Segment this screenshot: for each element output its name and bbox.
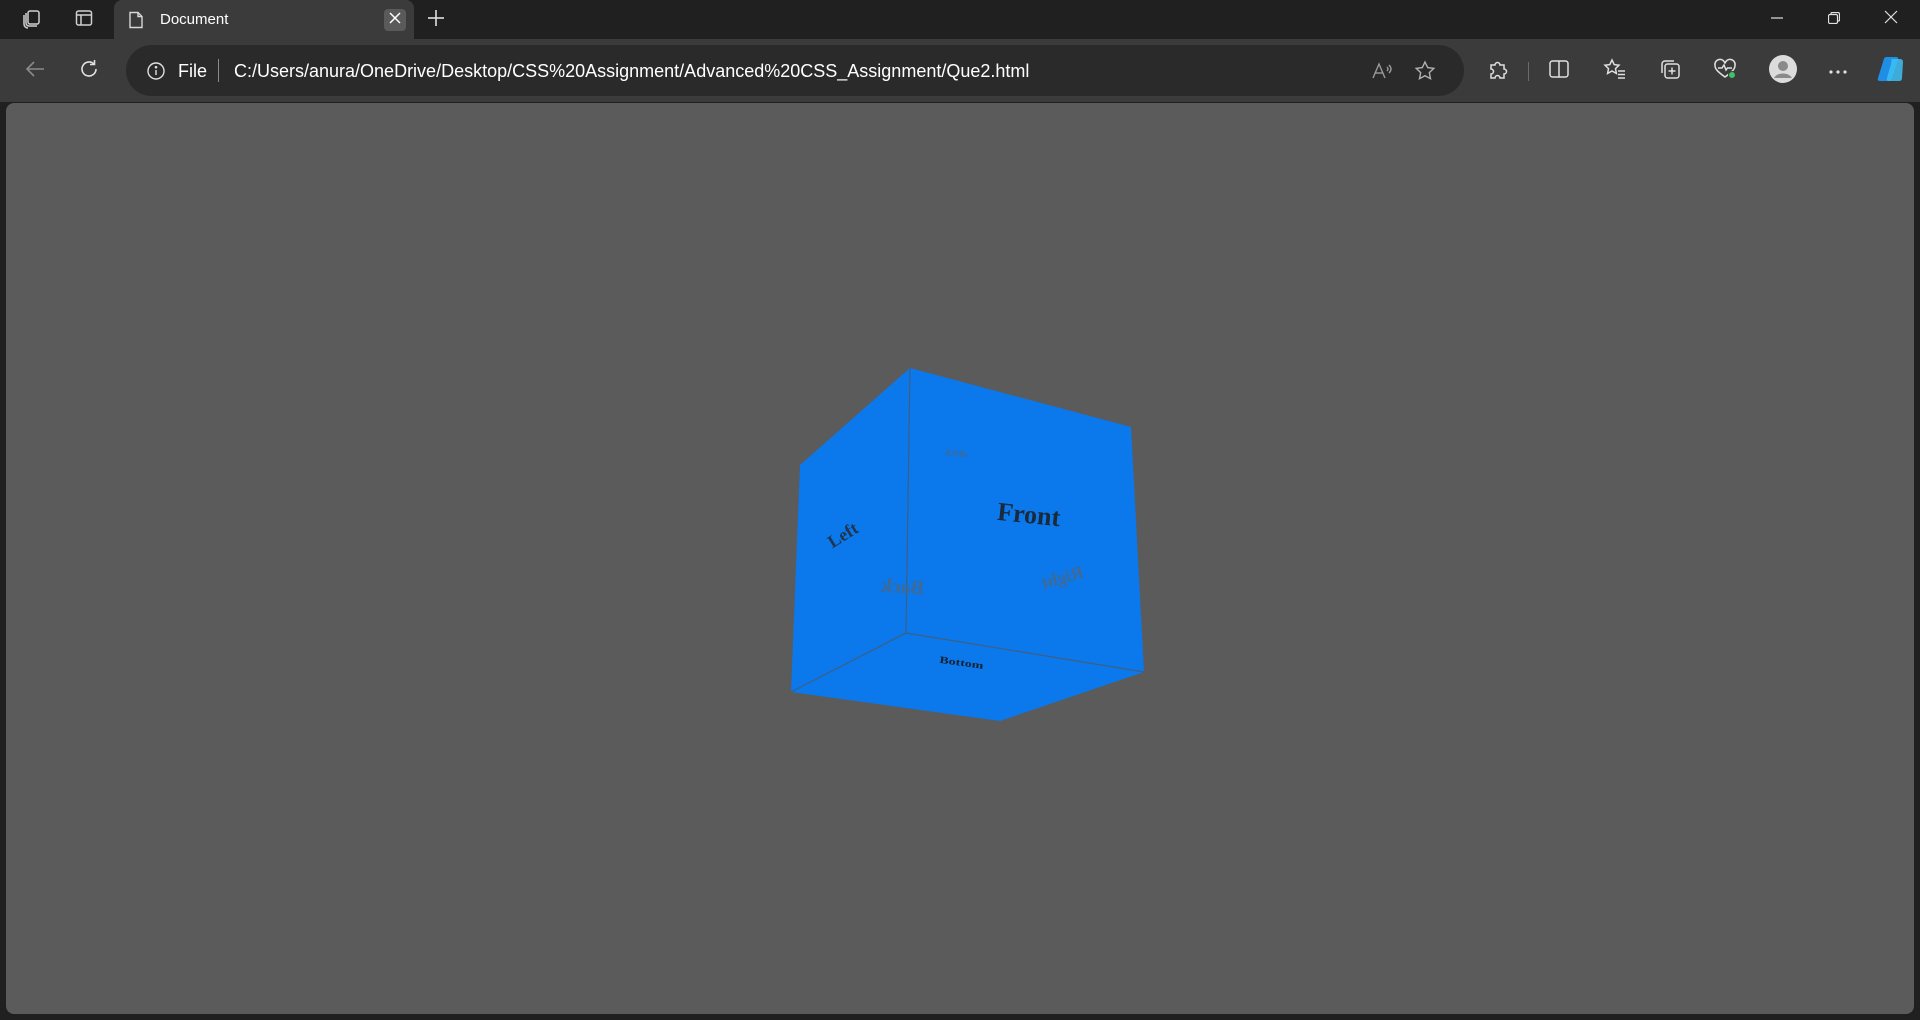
url-text[interactable]: C:/Users/anura/OneDrive/Desktop/CSS%20As… bbox=[234, 61, 1029, 82]
restore-button[interactable] bbox=[1805, 0, 1863, 39]
close-window-button[interactable] bbox=[1862, 0, 1920, 39]
restore-icon bbox=[1827, 11, 1841, 29]
collections-button[interactable] bbox=[1652, 53, 1688, 89]
split-screen-button[interactable] bbox=[1541, 53, 1577, 89]
favorites-button[interactable] bbox=[1597, 53, 1633, 89]
plus-icon bbox=[427, 9, 445, 32]
more-button[interactable] bbox=[1820, 53, 1856, 89]
toolbar: File C:/Users/anura/OneDrive/Desktop/CSS… bbox=[0, 39, 1920, 102]
more-icon bbox=[1828, 62, 1848, 80]
address-bar[interactable]: File C:/Users/anura/OneDrive/Desktop/CSS… bbox=[126, 45, 1464, 96]
tab-title: Document bbox=[160, 11, 229, 28]
address-separator bbox=[218, 59, 219, 82]
page-viewport: Top Front Left Back Right Bottom bbox=[6, 103, 1914, 1014]
read-aloud-icon[interactable] bbox=[1368, 57, 1396, 85]
copilot-button[interactable] bbox=[1874, 53, 1910, 89]
tab-actions-icon bbox=[74, 8, 94, 33]
new-tab-button[interactable] bbox=[420, 4, 452, 36]
scheme-label: File bbox=[178, 61, 208, 81]
heart-pulse-icon bbox=[1713, 58, 1737, 85]
back-arrow-icon bbox=[24, 58, 46, 85]
workspaces-button[interactable] bbox=[13, 4, 51, 36]
split-screen-icon bbox=[1548, 58, 1570, 85]
page-icon bbox=[128, 11, 144, 34]
minimize-button[interactable] bbox=[1748, 0, 1806, 39]
tab-strip: Document bbox=[0, 0, 1920, 39]
browser-essentials-button[interactable] bbox=[1707, 53, 1743, 89]
info-icon[interactable] bbox=[146, 61, 166, 86]
active-tab[interactable]: Document bbox=[114, 0, 414, 39]
favorites-icon bbox=[1603, 57, 1627, 85]
star-icon[interactable] bbox=[1411, 57, 1439, 85]
workspaces-icon bbox=[21, 7, 43, 34]
puzzle-icon bbox=[1487, 58, 1509, 85]
back-button[interactable] bbox=[17, 53, 53, 89]
avatar-icon bbox=[1769, 54, 1797, 88]
toolbar-divider bbox=[1528, 62, 1529, 81]
minimize-icon bbox=[1771, 11, 1783, 29]
collections-icon bbox=[1659, 58, 1681, 85]
face-label-back: Back bbox=[879, 574, 925, 599]
profile-button[interactable] bbox=[1765, 53, 1801, 89]
tab-actions-button[interactable] bbox=[65, 4, 103, 36]
refresh-icon bbox=[78, 58, 100, 85]
close-icon bbox=[1884, 10, 1898, 29]
extensions-button[interactable] bbox=[1480, 53, 1516, 89]
refresh-button[interactable] bbox=[71, 53, 107, 89]
rotating-cube: Top Front Left Back Right Bottom bbox=[790, 367, 1145, 721]
copilot-icon bbox=[1877, 55, 1907, 88]
close-tab-button[interactable] bbox=[384, 9, 406, 31]
close-icon bbox=[389, 11, 401, 29]
